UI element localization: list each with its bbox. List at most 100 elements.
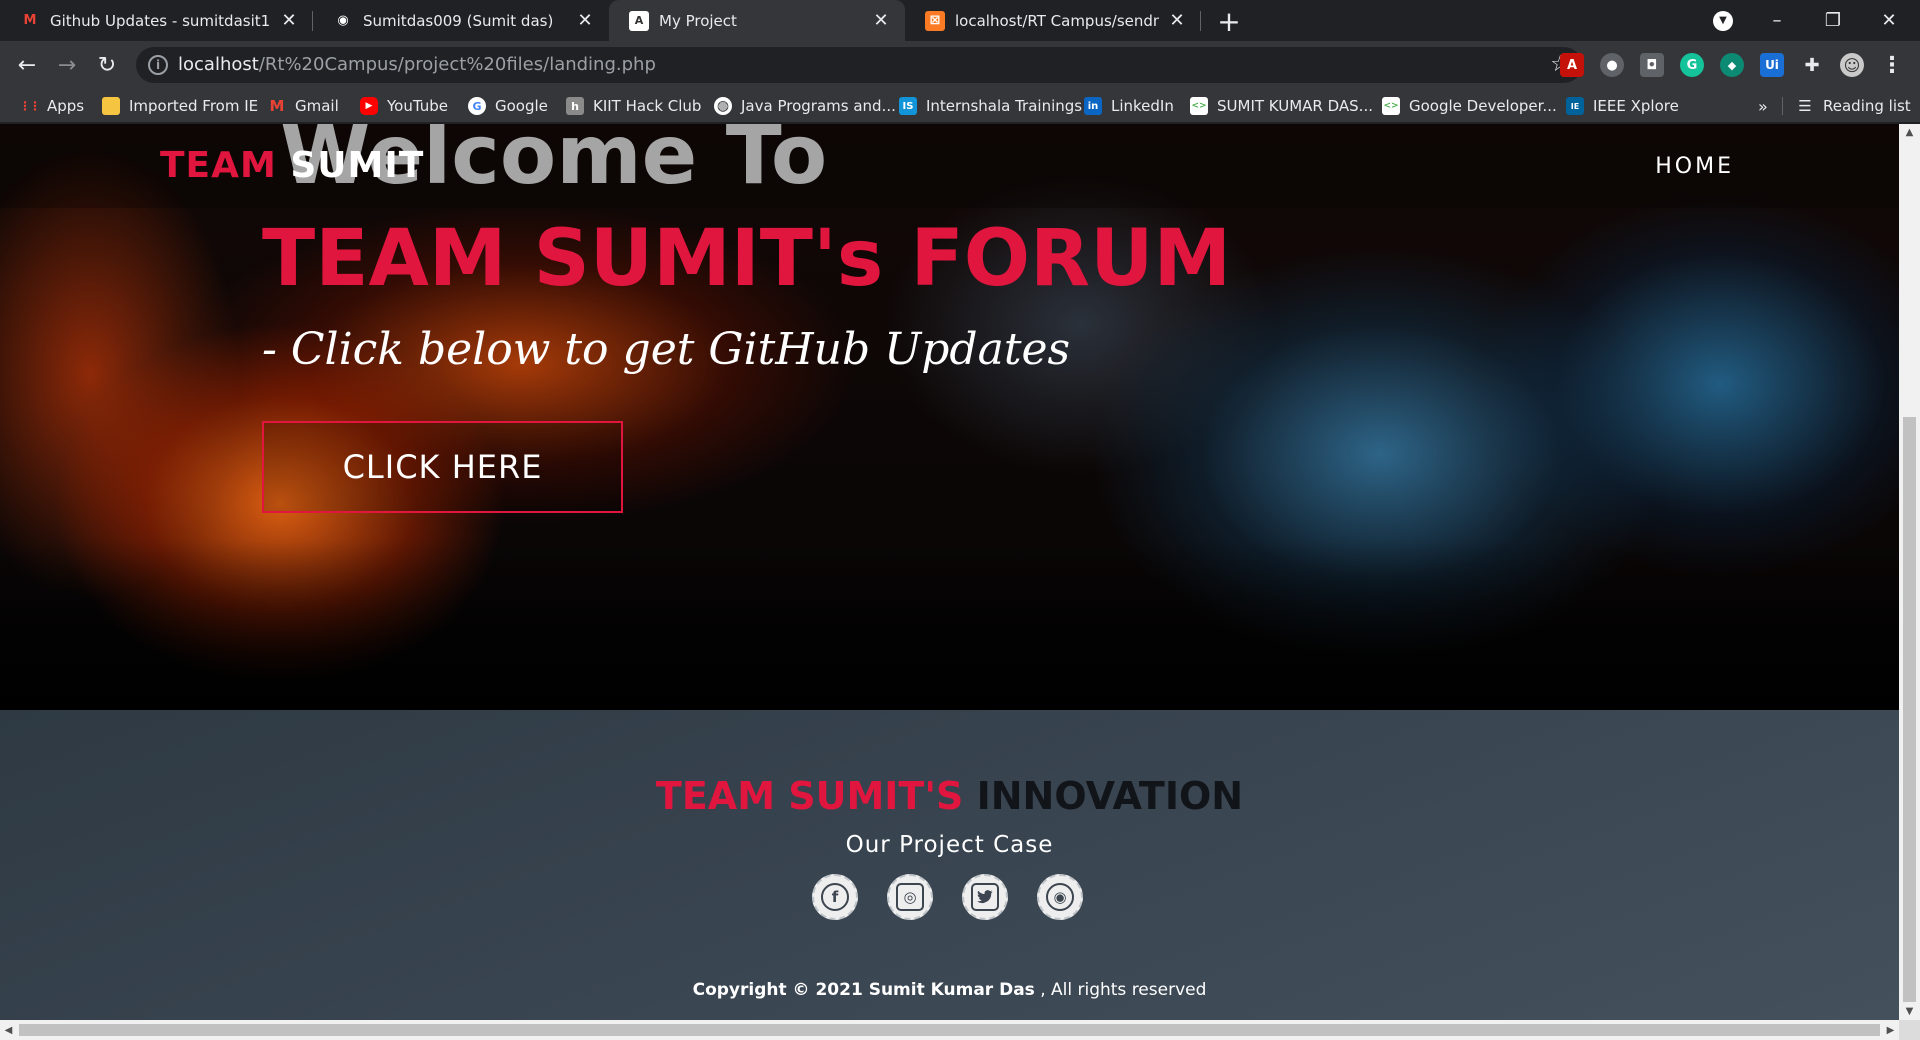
site-info-icon[interactable]: i — [148, 55, 168, 75]
logo-team: TEAM — [160, 145, 291, 186]
copyright-rest: , All rights reserved — [1034, 980, 1207, 1000]
bookmark-label: LinkedIn — [1111, 97, 1174, 115]
camera-icon[interactable]: ◘ — [1640, 53, 1664, 77]
bookmark-ieee-xplore[interactable]: IE IEEE Xplore — [1566, 95, 1679, 117]
bookmark-divider — [1782, 97, 1783, 115]
close-tab-icon[interactable]: ✕ — [575, 10, 595, 31]
instagram-link[interactable]: ◎ — [887, 874, 933, 920]
bookmark-google[interactable]: G Google — [468, 95, 548, 117]
facebook-link[interactable]: f — [812, 874, 858, 920]
address-bar[interactable]: i localhost/Rt%20Campus/project%20files/… — [136, 47, 1582, 83]
twitter-bird-glyph — [977, 890, 993, 903]
horizontal-scroll-thumb[interactable] — [19, 1024, 1880, 1036]
scroll-left-arrow-icon[interactable]: ◀ — [0, 1020, 17, 1040]
bookmark-label: YouTube — [387, 97, 448, 115]
tab-title: localhost/RT Campus/sendmail.p — [955, 11, 1159, 30]
github-icon: ◉ — [337, 13, 349, 28]
reload-button[interactable]: ↻ — [92, 50, 122, 80]
footer-title-red: TEAM SUMIT'S — [655, 774, 964, 818]
bookmark-gmail[interactable]: M Gmail — [268, 95, 339, 117]
scroll-down-arrow-icon[interactable]: ▼ — [1899, 1003, 1920, 1020]
bookmark-label: IEEE Xplore — [1593, 97, 1679, 115]
restore-button[interactable]: ❐ — [1810, 0, 1856, 41]
horizontal-scrollbar[interactable]: ◀ ▶ — [0, 1020, 1899, 1040]
profile-avatar-icon[interactable]: ☺ — [1840, 53, 1864, 77]
globe-icon: ◍ — [714, 97, 732, 115]
scroll-up-arrow-icon[interactable]: ▲ — [1899, 124, 1920, 141]
reading-list-label: Reading list — [1823, 97, 1911, 115]
reading-list-icon: ☰ — [1798, 97, 1812, 115]
tab-strip: M Github Updates - sumitdasit180 ✕ ◉ Sum… — [0, 0, 1920, 41]
folder-icon: ▬ — [102, 97, 120, 115]
bookmarks-bar: ⋮⋮ Apps ▬ Imported From IE M Gmail ▶ You… — [0, 89, 1920, 123]
bookmark-label: Google Developer... — [1409, 97, 1557, 115]
close-window-button[interactable]: ✕ — [1866, 0, 1912, 41]
bookmark-label: Imported From IE — [129, 97, 259, 115]
close-tab-icon[interactable]: ✕ — [1167, 10, 1187, 31]
hackclub-icon: h — [566, 97, 584, 115]
copyright-text: Copyright © 2021 Sumit Kumar Das , All r… — [0, 980, 1899, 1000]
footer-title-dark: INNOVATION — [963, 774, 1244, 818]
tab-my-project[interactable]: A My Project ✕ — [609, 0, 905, 41]
puzzle-icon[interactable]: ✚ — [1800, 53, 1824, 77]
tab-separator — [1200, 11, 1201, 31]
site-footer: TEAM SUMIT'S INNOVATION Our Project Case… — [0, 710, 1899, 1020]
page-viewport: Welcome To TEAM SUMIT HOME TEAM SUMIT's … — [0, 124, 1899, 1020]
tab-github-updates[interactable]: M Github Updates - sumitdasit180 ✕ — [0, 0, 313, 41]
close-tab-icon[interactable]: ✕ — [279, 10, 299, 31]
bookmark-linkedin[interactable]: in LinkedIn — [1084, 95, 1174, 117]
menu-icon[interactable]: ⋮ — [1880, 53, 1904, 78]
site-navbar: TEAM SUMIT HOME — [0, 124, 1899, 208]
instagram-icon: ◎ — [896, 883, 924, 911]
hero-section: Welcome To TEAM SUMIT HOME TEAM SUMIT's … — [0, 124, 1899, 710]
scroll-right-arrow-icon[interactable]: ▶ — [1882, 1020, 1899, 1040]
extension-drop-icon[interactable]: ◆ — [1720, 53, 1744, 77]
vertical-scrollbar[interactable]: ▲ ▼ — [1899, 124, 1920, 1020]
click-here-button[interactable]: CLICK HERE — [262, 421, 623, 513]
tab-sendmail[interactable]: ⊠ localhost/RT Campus/sendmail.p ✕ — [905, 0, 1201, 41]
tab-github-profile[interactable]: ◉ Sumitdas009 (Sumit das) ✕ — [313, 0, 609, 41]
back-button[interactable]: ← — [12, 50, 42, 80]
close-tab-icon[interactable]: ✕ — [871, 10, 891, 31]
bookmark-java-programs[interactable]: ◍ Java Programs and... — [714, 95, 896, 117]
bookmark-sumit-kumar-das[interactable]: <> SUMIT KUMAR DAS... — [1190, 95, 1373, 117]
bookmark-label: KIIT Hack Club — [593, 97, 702, 115]
copyright-bold: Copyright © 2021 Sumit Kumar Das — [692, 980, 1035, 1000]
minimize-button[interactable]: – — [1754, 0, 1800, 41]
twitter-link[interactable] — [962, 874, 1008, 920]
tab-title: My Project — [659, 11, 737, 30]
site-logo[interactable]: TEAM SUMIT — [160, 145, 424, 186]
nav-home-link[interactable]: HOME — [1655, 154, 1734, 179]
record-icon[interactable]: ● — [1600, 53, 1624, 77]
bookmark-label: SUMIT KUMAR DAS... — [1217, 97, 1373, 115]
bookmark-label: Internshala Trainings — [926, 97, 1083, 115]
vertical-scroll-thumb[interactable] — [1903, 417, 1916, 1002]
new-tab-button[interactable]: + — [1216, 5, 1242, 38]
bookmark-kiit-hack-club[interactable]: h KIIT Hack Club — [566, 95, 701, 117]
github-icon: ◉ — [1046, 883, 1074, 911]
social-links: f ◎ ◉ — [812, 874, 1092, 926]
acrobat-icon[interactable]: A — [1560, 53, 1584, 77]
forum-title: TEAM SUMIT's FORUM — [262, 214, 1232, 304]
chevron-down-icon: ▼ — [1713, 10, 1733, 31]
bookmark-apps[interactable]: ⋮⋮ Apps — [19, 95, 84, 117]
bookmark-youtube[interactable]: ▶ YouTube — [360, 95, 448, 117]
bookmark-label: Google — [495, 97, 548, 115]
bookmarks-overflow-button[interactable]: » — [1758, 95, 1768, 117]
reading-list-button[interactable]: ☰ Reading list — [1796, 95, 1911, 117]
profile-dropdown-icon[interactable]: ▼ — [1700, 0, 1746, 41]
bookmark-internshala[interactable]: IS Internshala Trainings — [899, 95, 1082, 117]
google-dev-icon: <> — [1190, 97, 1208, 115]
footer-title: TEAM SUMIT'S INNOVATION — [0, 774, 1899, 818]
grammarly-icon[interactable]: G — [1680, 53, 1704, 77]
uipath-icon[interactable]: Ui — [1760, 53, 1784, 77]
github-link[interactable]: ◉ — [1037, 874, 1083, 920]
url-text[interactable]: localhost/Rt%20Campus/project%20files/la… — [178, 54, 656, 75]
bookmark-google-developer[interactable]: <> Google Developer... — [1382, 95, 1557, 117]
footer-subtitle: Our Project Case — [845, 832, 1054, 858]
forward-button[interactable]: → — [52, 50, 82, 80]
url-path: /Rt%20Campus/project%20files/landing.php — [258, 54, 656, 75]
logo-sumit: SUMIT — [290, 145, 425, 186]
google-dev-icon: <> — [1382, 97, 1400, 115]
bookmark-imported-from-ie[interactable]: ▬ Imported From IE — [102, 95, 258, 117]
